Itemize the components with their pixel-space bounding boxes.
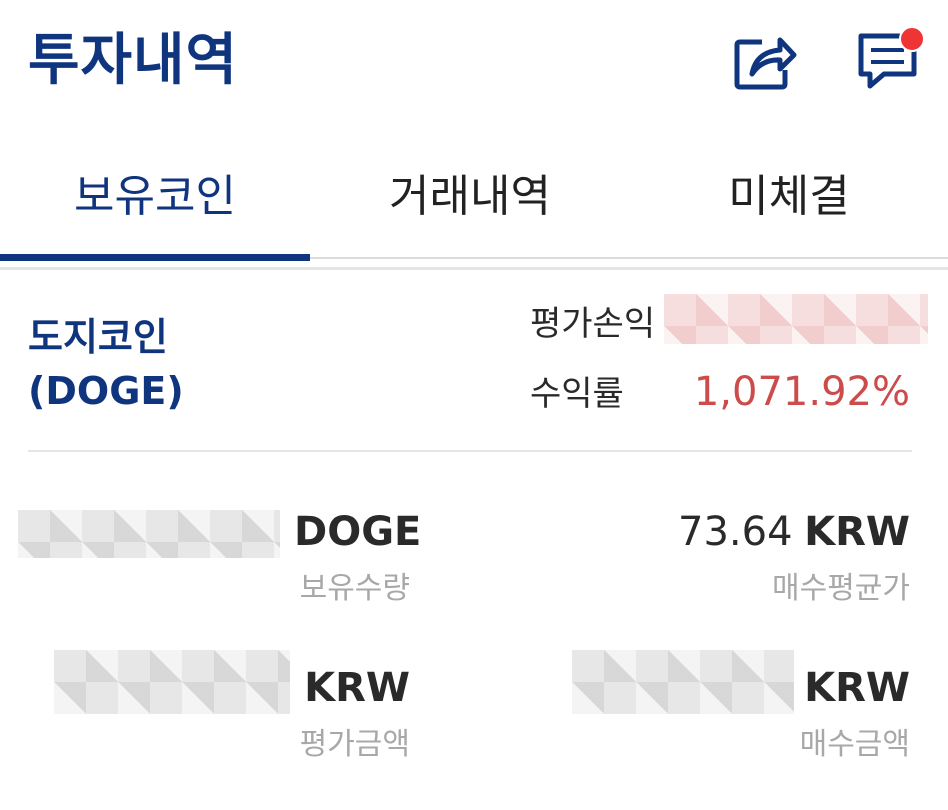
buy-amount-label: 매수금액: [799, 727, 910, 762]
coin-name[interactable]: 도지코인: [28, 310, 168, 364]
buy-amount-value-redacted: [572, 650, 794, 714]
share-icon: [734, 37, 797, 90]
tab-holdings[interactable]: 보유코인: [0, 160, 310, 240]
quantity-unit: DOGE: [294, 509, 422, 555]
eval-profit-value-redacted: [664, 294, 928, 344]
section-divider: [28, 450, 912, 452]
avg-price-unit: KRW: [804, 509, 910, 555]
active-tab-indicator: [0, 254, 310, 261]
eval-profit-label: 평가손익: [530, 304, 656, 344]
avg-price-value: 73.64: [678, 509, 793, 555]
eval-amount-unit: KRW: [304, 665, 410, 711]
quantity-value-redacted: [18, 510, 280, 558]
avg-price-label: 매수평균가: [772, 571, 910, 606]
return-rate-value: 1,071.92%: [693, 369, 910, 415]
page-title: 투자내역: [28, 28, 239, 93]
tab-unfilled[interactable]: 미체결: [630, 160, 948, 240]
buy-amount-unit: KRW: [804, 665, 910, 711]
notification-dot: [899, 26, 925, 52]
tab-bar-shadow: [0, 267, 948, 270]
coin-ticker[interactable]: (DOGE): [28, 364, 184, 418]
eval-amount-label: 평가금액: [299, 727, 410, 762]
share-button[interactable]: [732, 28, 798, 94]
quantity-label: 보유수량: [299, 571, 410, 606]
tab-history[interactable]: 거래내역: [310, 160, 630, 240]
return-rate-label: 수익률: [530, 374, 624, 414]
eval-amount-value-redacted: [54, 650, 290, 714]
